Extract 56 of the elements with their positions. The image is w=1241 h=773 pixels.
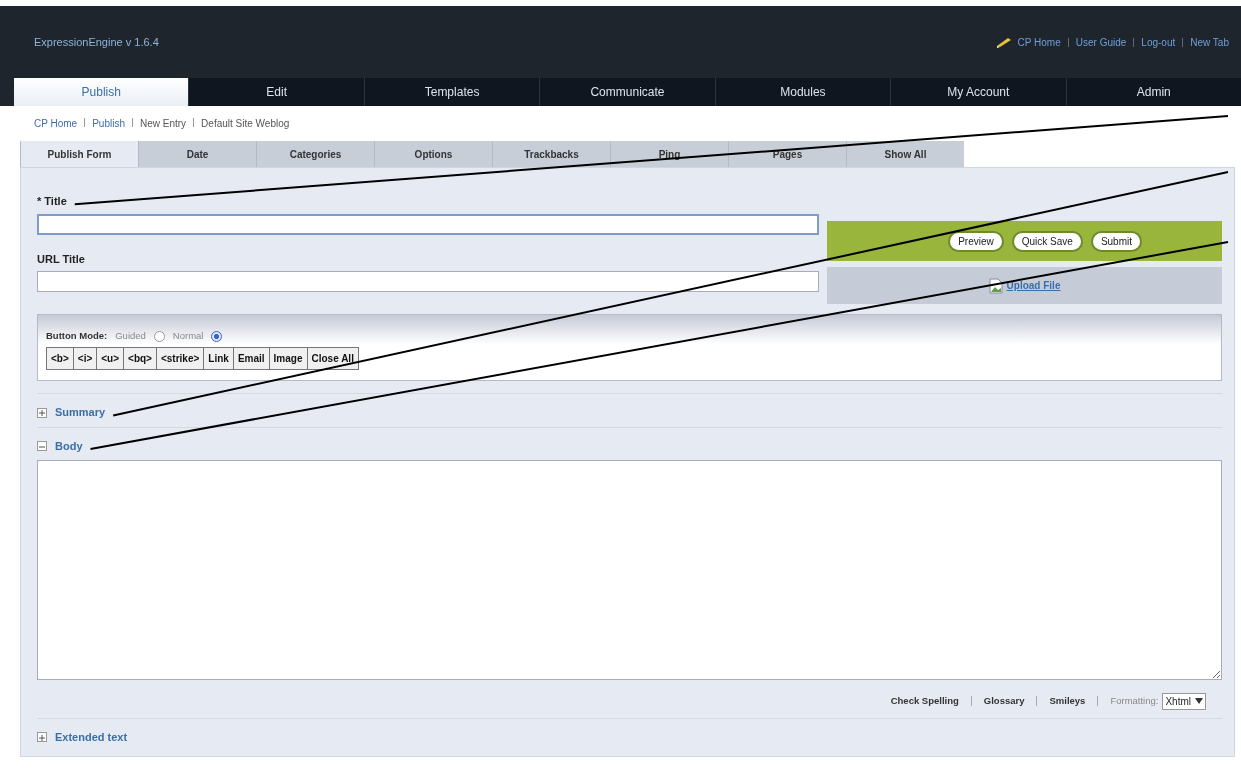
form-tab[interactable]: Pages bbox=[728, 141, 846, 167]
nav-tab[interactable]: Communicate bbox=[539, 78, 715, 106]
header-link[interactable]: User Guide bbox=[1075, 34, 1127, 50]
section-link[interactable]: Body bbox=[55, 437, 83, 455]
action-button[interactable]: Quick Save bbox=[1011, 230, 1083, 252]
field-label: * Title bbox=[37, 194, 67, 209]
action-button[interactable]: Preview bbox=[948, 230, 1004, 252]
pencil-icon bbox=[995, 36, 1012, 48]
header-link[interactable]: New Tab bbox=[1190, 34, 1229, 50]
format-button[interactable]: Link bbox=[203, 347, 234, 371]
expand-icon[interactable] bbox=[37, 732, 47, 742]
tool-link[interactable]: Smileys bbox=[1049, 694, 1086, 709]
breadcrumb-item: Default Site Weblog bbox=[201, 118, 290, 129]
format-button[interactable]: <b> bbox=[46, 347, 74, 371]
format-button[interactable]: <u> bbox=[96, 347, 125, 371]
url-title-input[interactable] bbox=[37, 271, 819, 292]
form-tab[interactable]: Ping bbox=[610, 141, 728, 167]
title-input[interactable] bbox=[37, 213, 819, 235]
field-label: URL Title bbox=[37, 251, 86, 267]
formatting-select[interactable]: Xhtml bbox=[1162, 692, 1206, 710]
format-button[interactable]: <bq> bbox=[123, 347, 157, 371]
collapse-icon[interactable] bbox=[37, 441, 47, 451]
form-tab[interactable]: Categories bbox=[256, 141, 374, 167]
action-button[interactable]: Submit bbox=[1090, 230, 1142, 252]
nav-tab[interactable]: Templates bbox=[363, 78, 540, 106]
breadcrumb-item: New Entry bbox=[140, 118, 187, 129]
format-button[interactable]: Email bbox=[232, 347, 270, 371]
radio-button[interactable] bbox=[211, 330, 223, 342]
format-button[interactable]: <strike> bbox=[155, 347, 205, 371]
radio-button[interactable] bbox=[153, 330, 165, 342]
nav-tab[interactable]: Modules bbox=[714, 78, 891, 106]
mode-label: Button Mode: bbox=[46, 329, 108, 343]
header-link[interactable]: CP Home bbox=[1017, 34, 1061, 50]
nav-tab[interactable]: Admin bbox=[1065, 78, 1241, 106]
radio-label: Guided bbox=[115, 329, 146, 343]
form-tab[interactable]: Trackbacks bbox=[492, 141, 610, 167]
form-tab[interactable]: Date bbox=[138, 141, 256, 167]
form-tab[interactable]: Publish Form bbox=[20, 141, 138, 167]
format-button[interactable]: Image bbox=[268, 347, 308, 371]
nav-tab[interactable]: Edit bbox=[188, 78, 364, 106]
breadcrumb-link[interactable]: Publish bbox=[92, 118, 125, 129]
header-link[interactable]: Log-out bbox=[1141, 34, 1176, 50]
tool-link[interactable]: Check Spelling bbox=[890, 694, 959, 709]
formatting-label: Formatting: bbox=[1110, 694, 1159, 709]
caret-icon bbox=[1195, 698, 1203, 705]
nav-tab[interactable]: Publish bbox=[14, 78, 189, 106]
tool-link[interactable]: Glossary bbox=[983, 694, 1025, 709]
radio-label: Normal bbox=[172, 329, 204, 343]
form-tab[interactable]: Options bbox=[374, 141, 492, 167]
breadcrumb-link[interactable]: CP Home bbox=[34, 118, 78, 129]
logo-text: ExpressionEngine v 1.6.4 bbox=[34, 34, 159, 50]
expand-icon[interactable] bbox=[37, 407, 47, 418]
form-tab[interactable]: Show All bbox=[846, 141, 964, 167]
nav-tab[interactable]: My Account bbox=[890, 78, 1066, 106]
section-link[interactable]: Summary bbox=[55, 404, 106, 421]
section-link[interactable]: Extended text bbox=[55, 728, 128, 746]
